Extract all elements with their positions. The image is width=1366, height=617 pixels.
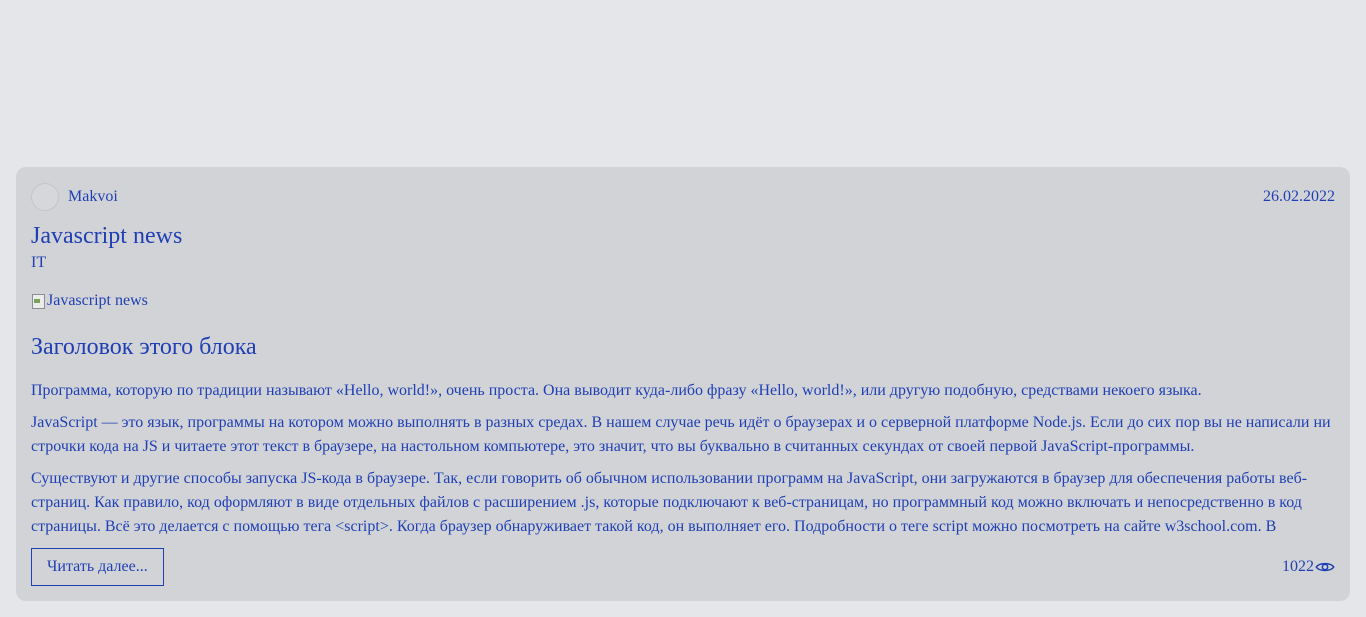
broken-image-icon bbox=[31, 293, 45, 309]
post-paragraph: JavaScript — это язык, программы на кото… bbox=[31, 414, 1331, 455]
post-paragraph: Существуют и другие способы запуска JS-к… bbox=[31, 470, 1308, 535]
post-title[interactable]: Javascript news bbox=[31, 222, 182, 250]
post-category[interactable]: IT bbox=[31, 254, 46, 272]
block-heading: Заголовок этого блока bbox=[31, 334, 257, 360]
post-footer: Читать далее... 1022 bbox=[31, 548, 1335, 586]
post-date: 26.02.2022 bbox=[1263, 188, 1335, 205]
post-paragraph: Программа, которую по традиции называют … bbox=[31, 382, 1202, 399]
avatar[interactable] bbox=[31, 183, 59, 211]
author-name[interactable]: Makvoi bbox=[68, 188, 118, 206]
views-counter: 1022 bbox=[1282, 558, 1335, 576]
author-link[interactable]: Makvoi bbox=[31, 183, 118, 211]
post-header: Makvoi 26.02.2022 bbox=[31, 182, 1335, 212]
post-image-alt: Javascript news bbox=[47, 292, 148, 309]
eye-icon bbox=[1315, 562, 1335, 572]
post-card: Makvoi 26.02.2022 Javascript news IT Jav… bbox=[16, 167, 1350, 601]
views-count: 1022 bbox=[1282, 558, 1314, 575]
read-more-button[interactable]: Читать далее... bbox=[31, 548, 164, 586]
post-body: Программа, которую по традиции называют … bbox=[31, 379, 1335, 537]
post-image: Javascript news bbox=[31, 292, 148, 310]
